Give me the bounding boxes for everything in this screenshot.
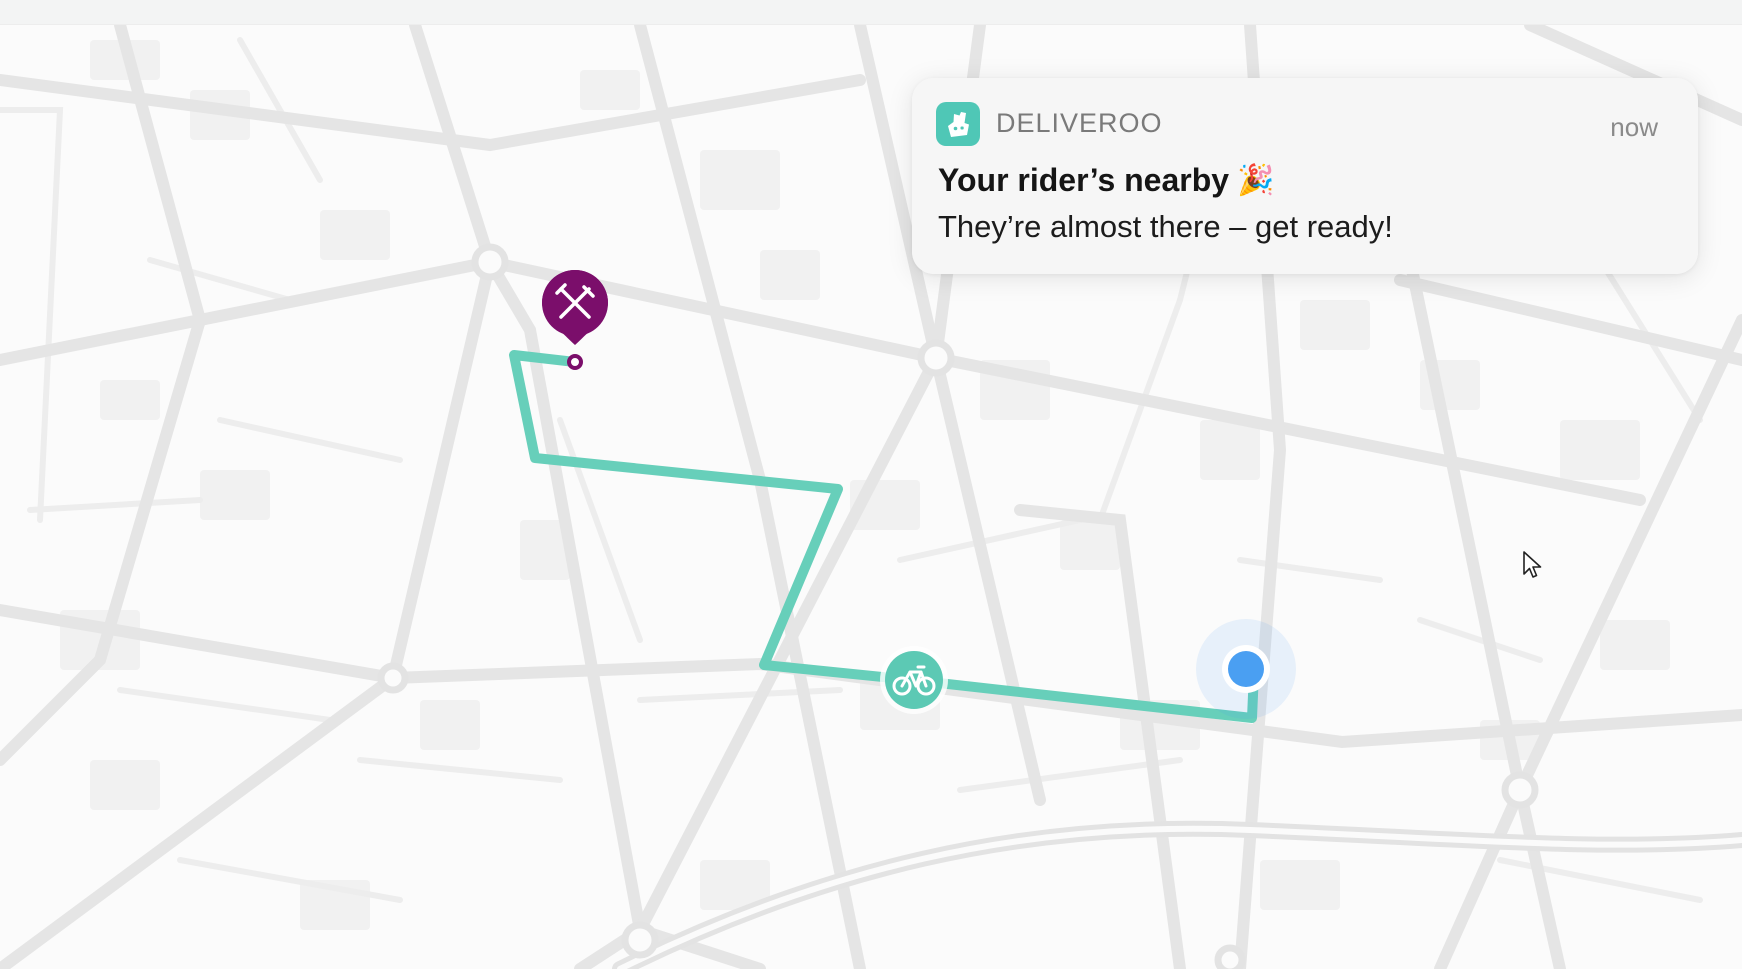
notification-time: now [1610,112,1658,142]
map-view: DELIVEROO now Your rider’s nearby 🎉 They… [0,0,1742,969]
restaurant-marker-dot [567,354,583,370]
mouse-cursor-icon [1523,551,1542,578]
destination-marker[interactable] [1196,619,1296,719]
top-bar [0,0,1742,25]
push-notification[interactable]: DELIVEROO now Your rider’s nearby 🎉 They… [912,78,1698,274]
location-dot-icon [1228,651,1264,687]
notification-app-name: DELIVEROO [996,108,1163,138]
restaurant-marker[interactable] [542,270,608,370]
deliveroo-logo-icon [936,102,980,146]
notification-title: Your rider’s nearby [938,162,1230,198]
rider-marker[interactable] [880,646,948,714]
notification-body: They’re almost there – get ready! [938,209,1393,244]
party-popper-icon: 🎉 [1237,163,1275,197]
notification-title-row: Your rider’s nearby 🎉 [938,162,1274,199]
